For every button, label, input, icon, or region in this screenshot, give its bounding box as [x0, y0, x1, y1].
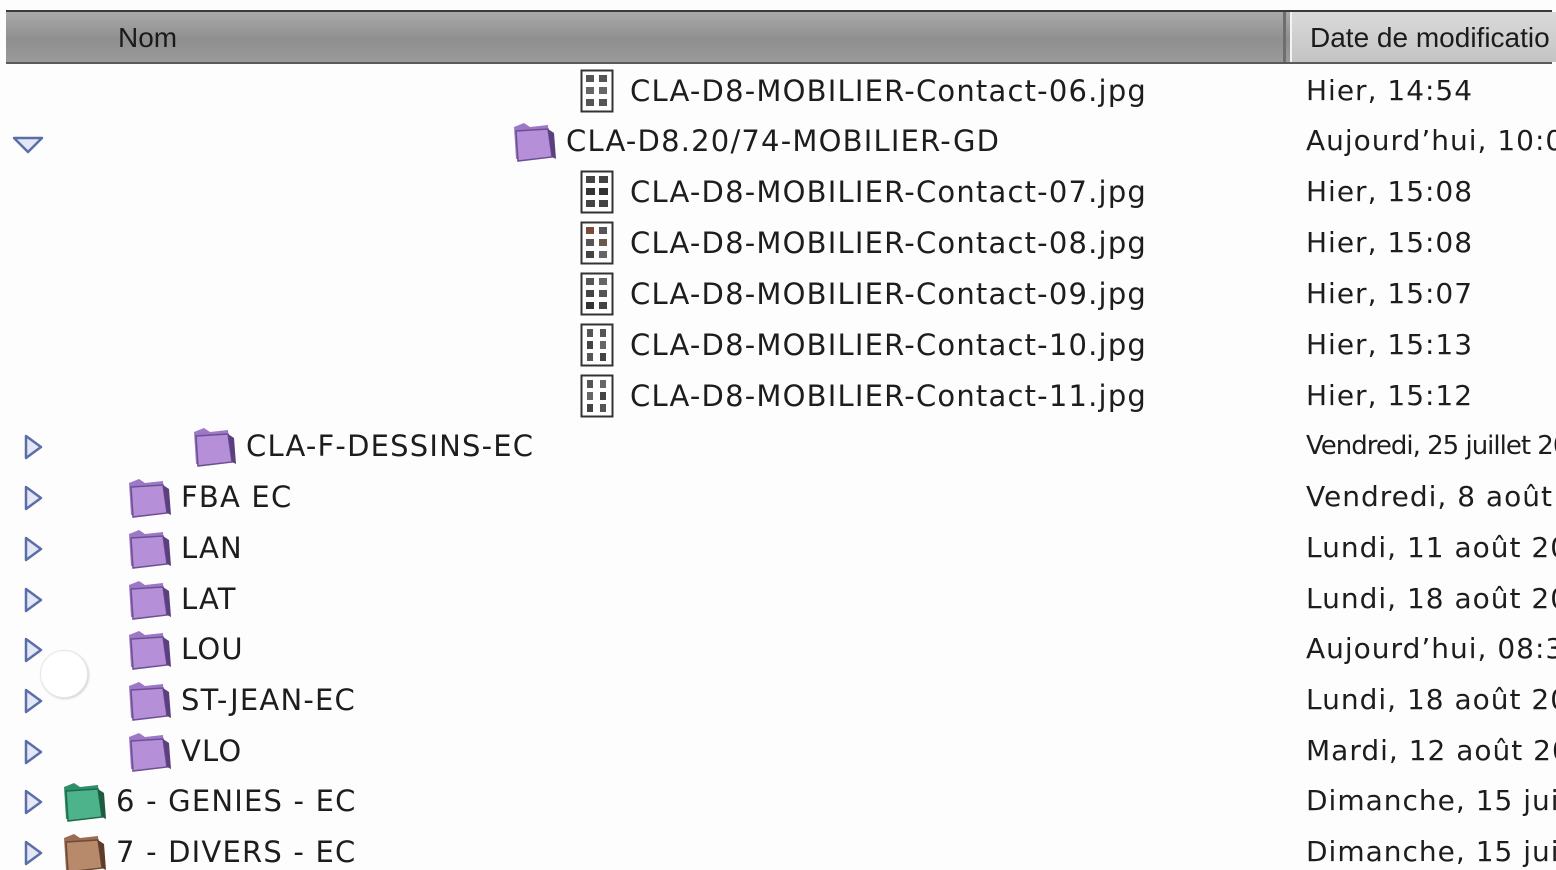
- item-date: Aujourd’hui, 10:0: [1306, 124, 1556, 157]
- disclosure-triangle-collapsed-icon[interactable]: [22, 839, 44, 867]
- image-file-icon: [580, 221, 614, 265]
- item-date: Hier, 14:54: [1306, 74, 1474, 107]
- finder-list-view: Nom Date de modificatio CLA-D8-MOBILIER-…: [0, 0, 1556, 870]
- folder-icon: [129, 631, 171, 670]
- folder-icon: [514, 123, 556, 162]
- window-top-edge: [0, 0, 1556, 8]
- disclosure-triangle-collapsed-icon[interactable]: [22, 636, 44, 664]
- list-item[interactable]: LOU Aujourd’hui, 08:3: [0, 624, 1556, 674]
- list-item[interactable]: CLA-D8.20/74-MOBILIER-GD Aujourd’hui, 10…: [0, 116, 1556, 166]
- item-date: Dimanche, 15 juin: [1306, 835, 1556, 868]
- list-item[interactable]: VLO Mardi, 12 août 20: [0, 726, 1556, 776]
- list-item[interactable]: ST-JEAN-EC Lundi, 18 août 20: [0, 675, 1556, 725]
- disclosure-triangle-expanded-icon[interactable]: [12, 130, 44, 156]
- folder-icon: [129, 733, 171, 772]
- folder-icon: [64, 834, 106, 870]
- image-file-icon: [580, 374, 614, 418]
- disclosure-triangle-collapsed-icon[interactable]: [22, 433, 44, 461]
- disclosure-triangle-collapsed-icon[interactable]: [22, 788, 44, 816]
- list-item[interactable]: CLA-D8-MOBILIER-Contact-11.jpg Hier, 15:…: [0, 371, 1556, 421]
- folder-icon: [129, 530, 171, 569]
- image-file-icon: [580, 272, 614, 316]
- item-date: Lundi, 18 août 20: [1306, 582, 1556, 615]
- column-header-bar: Nom Date de modificatio: [6, 10, 1556, 64]
- column-header-name[interactable]: Nom: [6, 12, 1286, 62]
- disclosure-triangle-collapsed-icon[interactable]: [22, 484, 44, 512]
- item-name: LAN: [181, 531, 243, 565]
- folder-icon: [129, 682, 171, 721]
- column-header-name-label: Nom: [118, 22, 178, 53]
- list-item[interactable]: CLA-D8-MOBILIER-Contact-09.jpg Hier, 15:…: [0, 269, 1556, 319]
- item-name: CLA-F-DESSINS-EC: [246, 429, 535, 463]
- list-item[interactable]: LAT Lundi, 18 août 20: [0, 574, 1556, 624]
- list-item[interactable]: LAN Lundi, 11 août 20: [0, 523, 1556, 573]
- item-date: Hier, 15:13: [1306, 328, 1474, 361]
- item-name: LOU: [181, 632, 244, 666]
- item-name: CLA-D8-MOBILIER-Contact-08.jpg: [630, 226, 1148, 260]
- column-header-date[interactable]: Date de modificatio: [1290, 12, 1556, 62]
- item-name: CLA-D8-MOBILIER-Contact-09.jpg: [630, 277, 1148, 311]
- list-item[interactable]: CLA-D8-MOBILIER-Contact-06.jpg Hier, 14:…: [0, 66, 1556, 116]
- item-name: CLA-D8-MOBILIER-Contact-07.jpg: [630, 175, 1148, 209]
- item-date: Hier, 15:08: [1306, 226, 1474, 259]
- item-name: CLA-D8-MOBILIER-Contact-10.jpg: [630, 328, 1148, 362]
- list-item[interactable]: CLA-F-DESSINS-EC Vendredi, 25 juillet 20: [0, 421, 1556, 471]
- image-file-icon: [580, 170, 614, 214]
- cursor-indicator: [40, 650, 88, 698]
- item-date: Aujourd’hui, 08:3: [1306, 632, 1556, 665]
- folder-icon: [64, 783, 106, 822]
- list-item[interactable]: CLA-D8-MOBILIER-Contact-10.jpg Hier, 15:…: [0, 320, 1556, 370]
- list-item[interactable]: CLA-D8-MOBILIER-Contact-07.jpg Hier, 15:…: [0, 167, 1556, 217]
- folder-icon: [129, 479, 171, 518]
- item-name: CLA-D8-MOBILIER-Contact-06.jpg: [630, 74, 1148, 108]
- list-item[interactable]: FBA EC Vendredi, 8 août 2: [0, 472, 1556, 522]
- item-name: LAT: [181, 582, 237, 616]
- item-date: Hier, 15:08: [1306, 175, 1474, 208]
- item-date: Dimanche, 15 juin: [1306, 784, 1556, 817]
- item-name: FBA EC: [181, 480, 293, 514]
- item-name: VLO: [181, 734, 243, 768]
- column-header-date-label: Date de modificatio: [1310, 22, 1550, 53]
- disclosure-triangle-collapsed-icon[interactable]: [22, 586, 44, 614]
- list-item[interactable]: CLA-D8-MOBILIER-Contact-08.jpg Hier, 15:…: [0, 218, 1556, 268]
- folder-icon: [129, 581, 171, 620]
- item-date: Hier, 15:12: [1306, 379, 1474, 412]
- disclosure-triangle-collapsed-icon[interactable]: [22, 738, 44, 766]
- item-date: Lundi, 11 août 20: [1306, 531, 1556, 564]
- item-date: Lundi, 18 août 20: [1306, 683, 1556, 716]
- item-name: 7 - DIVERS - EC: [116, 835, 357, 869]
- item-name: CLA-D8.20/74-MOBILIER-GD: [566, 124, 1001, 158]
- item-date: Vendredi, 8 août 2: [1306, 480, 1556, 513]
- item-name: ST-JEAN-EC: [181, 683, 356, 717]
- image-file-icon: [580, 69, 614, 113]
- item-name: CLA-D8-MOBILIER-Contact-11.jpg: [630, 379, 1148, 413]
- list-item[interactable]: 6 - GENIES - EC Dimanche, 15 juin: [0, 776, 1556, 826]
- folder-icon: [194, 428, 236, 467]
- disclosure-triangle-collapsed-icon[interactable]: [22, 535, 44, 563]
- item-date: Hier, 15:07: [1306, 277, 1474, 310]
- item-name: 6 - GENIES - EC: [116, 784, 357, 818]
- list-item[interactable]: 7 - DIVERS - EC Dimanche, 15 juin: [0, 827, 1556, 870]
- image-file-icon: [580, 323, 614, 367]
- disclosure-triangle-collapsed-icon[interactable]: [22, 687, 44, 715]
- item-date: Vendredi, 25 juillet 20: [1306, 431, 1556, 461]
- item-date: Mardi, 12 août 20: [1306, 734, 1556, 767]
